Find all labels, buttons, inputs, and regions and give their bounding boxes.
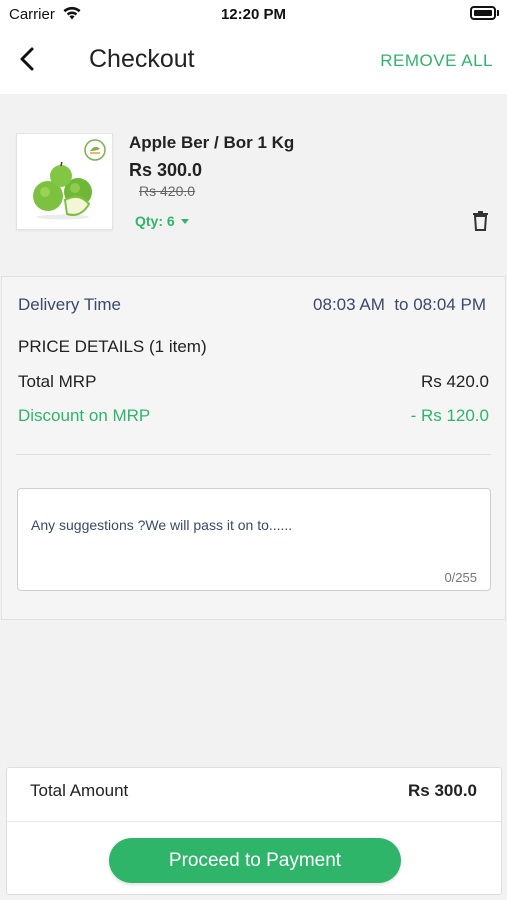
checkout-footer: Total Amount Rs 300.0 Proceed to Payment xyxy=(6,767,502,895)
total-mrp-value: Rs 420.0 xyxy=(420,372,489,391)
total-mrp-label: Total MRP xyxy=(18,372,97,391)
price-details-heading: PRICE DETAILS (1 item) xyxy=(18,337,207,356)
total-amount-value: Rs 300.0 xyxy=(408,781,477,800)
battery-icon xyxy=(470,6,500,21)
clock-time: 12:20 PM xyxy=(220,6,287,23)
quantity-dropdown[interactable]: Qty: 6 xyxy=(129,209,195,233)
suggestion-box: 0/255 xyxy=(17,488,491,591)
quantity-label: Qty: 6 xyxy=(135,213,175,229)
page-title: Checkout xyxy=(89,45,195,73)
product-mrp: Rs 420.0 xyxy=(139,183,196,199)
cart-item-card: Apple Ber / Bor 1 Kg Rs 300.0 Rs 420.0 Q… xyxy=(0,110,507,254)
product-name: Apple Ber / Bor 1 Kg xyxy=(129,133,295,152)
product-image[interactable] xyxy=(16,133,113,230)
suggestion-input[interactable] xyxy=(31,517,471,533)
discount-value: - Rs 120.0 xyxy=(410,406,489,425)
discount-row: Discount on MRP - Rs 120.0 xyxy=(18,406,489,426)
total-mrp-row: Total MRP Rs 420.0 xyxy=(18,372,489,392)
brand-badge-icon xyxy=(84,139,106,161)
divider xyxy=(16,454,491,455)
delivery-time-label: Delivery Time xyxy=(18,295,121,314)
delivery-time-value: 08:03 AM to 08:04 PM xyxy=(313,295,486,314)
discount-label: Discount on MRP xyxy=(18,406,151,425)
total-amount-label: Total Amount xyxy=(30,781,129,800)
footer-divider xyxy=(7,821,501,822)
character-counter: 0/255 xyxy=(444,570,477,585)
remove-all-button[interactable]: REMOVE ALL xyxy=(380,51,493,71)
green-apple-image xyxy=(33,162,92,220)
delivery-time-row: Delivery Time 08:03 AM to 08:04 PM xyxy=(18,295,489,315)
status-bar: Carrier 12:20 PM xyxy=(0,0,507,28)
trash-icon[interactable] xyxy=(472,211,489,231)
back-arrow-icon[interactable] xyxy=(16,46,40,72)
navigation-bar: Checkout REMOVE ALL xyxy=(0,28,507,94)
caret-down-icon xyxy=(180,218,189,224)
order-details-panel: Delivery Time 08:03 AM to 08:04 PM PRICE… xyxy=(1,276,506,620)
product-price: Rs 300.0 xyxy=(129,160,203,180)
proceed-to-payment-button[interactable]: Proceed to Payment xyxy=(109,838,401,883)
